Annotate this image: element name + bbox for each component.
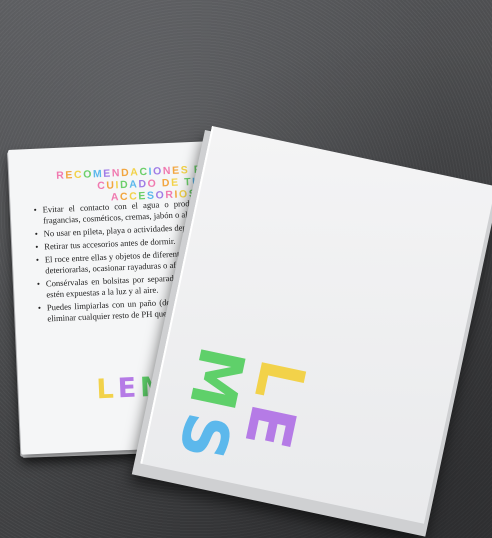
- logo-letter: E: [117, 372, 141, 405]
- logo-letter: L: [95, 373, 119, 406]
- logo-letter: M: [173, 340, 260, 423]
- box-logo: LEMS: [163, 340, 320, 505]
